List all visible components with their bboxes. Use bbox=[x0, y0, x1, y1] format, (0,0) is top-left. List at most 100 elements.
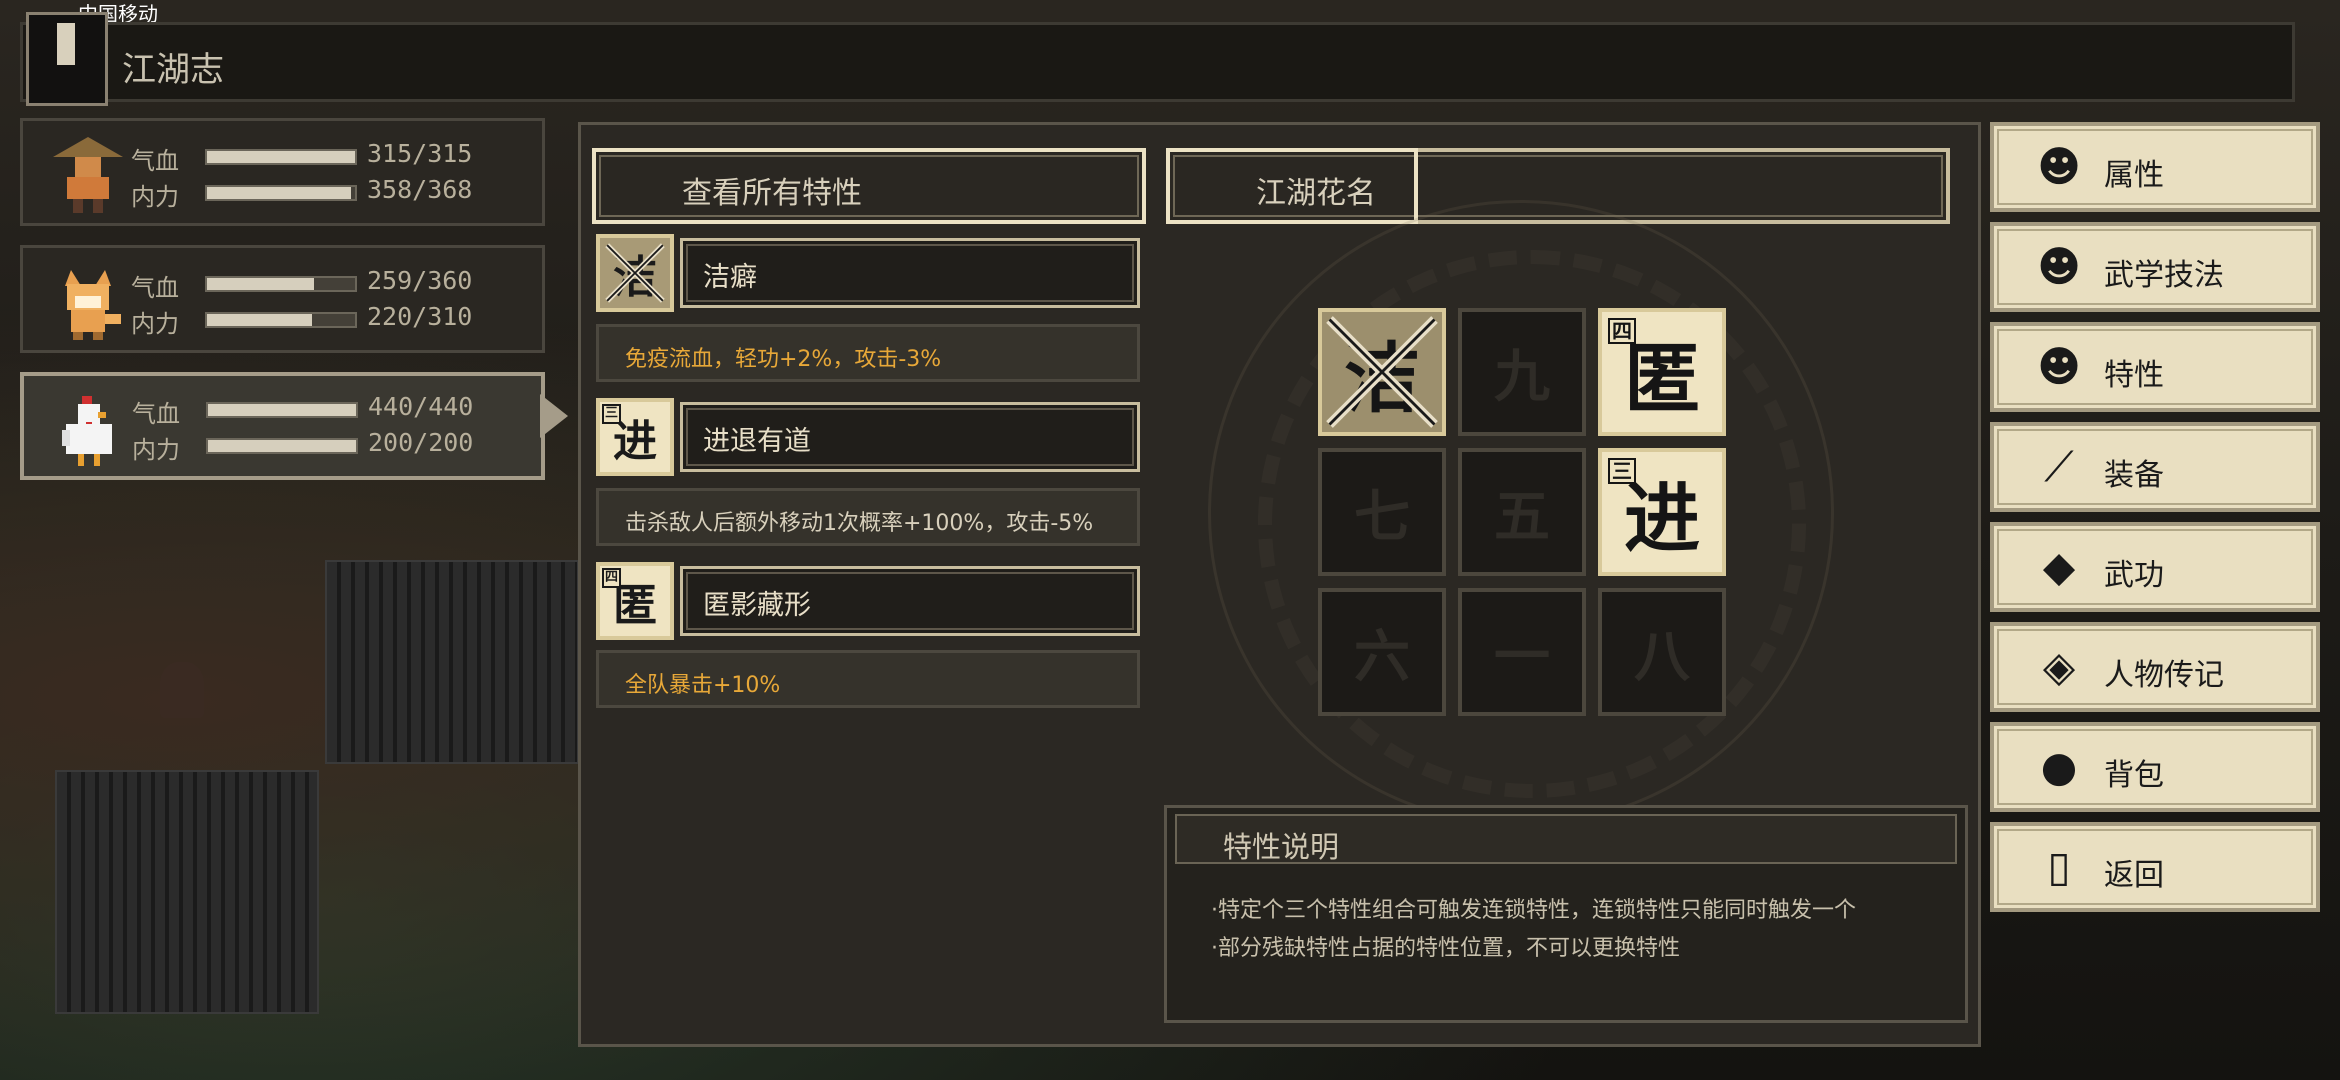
menu-attributes-button[interactable]: ☻ 属性 bbox=[1990, 122, 2320, 212]
mp-bar-fill bbox=[207, 187, 351, 199]
mp-value: 220/310 bbox=[367, 302, 473, 331]
trait-slot-tag: 三 bbox=[1608, 458, 1636, 484]
description-title: 特性说明 bbox=[1223, 830, 1340, 864]
trait-slot-char: 五 bbox=[1494, 483, 1550, 550]
trait-slot-char: 九 bbox=[1494, 343, 1550, 410]
sword-icon: ⟋ bbox=[2044, 442, 2074, 491]
mp-label: 内力 bbox=[132, 436, 180, 464]
hp-bar-fill bbox=[208, 404, 356, 416]
trait-slot-grid: 洁 九 四 匿 七 五 三 进 六 一 八 bbox=[1310, 300, 1730, 720]
nickname-label: 江湖花名 bbox=[1256, 176, 1376, 211]
hp-bar bbox=[205, 149, 357, 165]
trait-slot[interactable]: 八 bbox=[1598, 588, 1726, 716]
description-line: ·特定个三个特性组合可触发连锁特性，连锁特性只能同时触发一个 bbox=[1211, 898, 1856, 923]
trait-slot[interactable]: 五 bbox=[1458, 448, 1586, 576]
book-icon: ◆ bbox=[2042, 542, 2076, 591]
background-roof bbox=[55, 770, 319, 1014]
trait-slot[interactable]: 四 匿 bbox=[1598, 308, 1726, 436]
hp-value: 315/315 bbox=[367, 139, 473, 168]
menu-label: 武功 bbox=[2104, 558, 2164, 593]
trait-name-box[interactable]: 进退有道 bbox=[680, 402, 1140, 472]
trait-slot-char: 八 bbox=[1634, 623, 1690, 690]
trait-item-icon: 洁 bbox=[596, 234, 674, 312]
trait-slot[interactable]: 洁 bbox=[1318, 308, 1446, 436]
trait-slot-tag: 四 bbox=[1608, 318, 1636, 344]
menu-label: 装备 bbox=[2104, 458, 2164, 493]
door-icon: ▯ bbox=[2047, 842, 2071, 891]
trait-icon-tag: 四 bbox=[602, 568, 622, 588]
menu-label: 返回 bbox=[2104, 858, 2164, 893]
trait-description-panel: 特性说明 ·特定个三个特性组合可触发连锁特性，连锁特性只能同时触发一个 ·部分残… bbox=[1164, 805, 1968, 1023]
trait-slot-char: 六 bbox=[1354, 623, 1410, 690]
mp-label: 内力 bbox=[131, 183, 179, 211]
trait-desc: 全队暴击+10% bbox=[625, 673, 781, 698]
description-header: 特性说明 bbox=[1175, 814, 1957, 864]
party-member-2[interactable]: 气血 259/360 内力 220/310 bbox=[20, 245, 545, 353]
background-roof bbox=[325, 560, 579, 764]
menu-bag-button[interactable]: ● 背包 bbox=[1990, 722, 2320, 812]
trait-slot[interactable]: 六 bbox=[1318, 588, 1446, 716]
skill-icon: ☻ bbox=[2037, 242, 2081, 291]
selected-arrow-icon bbox=[540, 394, 568, 438]
npc-sprite bbox=[160, 662, 204, 718]
trait-desc: 免疫流血，轻功+2%，攻击-3% bbox=[625, 347, 942, 372]
person-icon: ☻ bbox=[2037, 142, 2081, 191]
menu-equipment-button[interactable]: ⟋ 装备 bbox=[1990, 422, 2320, 512]
view-all-traits-button[interactable]: 查看所有特性 bbox=[592, 148, 1146, 224]
mp-bar bbox=[205, 185, 357, 201]
menu-martial-skills-button[interactable]: ☻ 武学技法 bbox=[1990, 222, 2320, 312]
mp-bar-fill bbox=[208, 440, 356, 452]
scroll-icon: ◈ bbox=[2042, 642, 2076, 691]
party-member-1[interactable]: 气血 315/315 内力 358/368 bbox=[20, 118, 545, 226]
menu-label: 人物传记 bbox=[2104, 658, 2224, 693]
hp-bar-fill bbox=[207, 278, 314, 290]
hp-bar-fill bbox=[207, 151, 355, 163]
trait-desc-box: 击杀敌人后额外移动1次概率+100%，攻击-5% bbox=[596, 488, 1140, 546]
hp-value: 440/440 bbox=[368, 392, 474, 421]
trait-slot-char: 一 bbox=[1494, 623, 1550, 690]
mp-bar bbox=[206, 438, 358, 454]
trait-slot-char: 七 bbox=[1354, 483, 1410, 550]
status-bar: 中国移动 bbox=[0, 0, 2340, 26]
trait-item[interactable]: 四 匿 匿影藏形 bbox=[596, 562, 1140, 640]
hp-value: 259/360 bbox=[367, 266, 473, 295]
trait-slot[interactable]: 一 bbox=[1458, 588, 1586, 716]
hp-label: 气血 bbox=[132, 400, 180, 428]
menu-traits-button[interactable]: ☻ 特性 bbox=[1990, 322, 2320, 412]
hp-label: 气血 bbox=[131, 274, 179, 302]
trait-slot[interactable]: 九 bbox=[1458, 308, 1586, 436]
title-bar bbox=[20, 22, 2295, 102]
description-line: ·部分残缺特性占据的特性位置，不可以更换特性 bbox=[1211, 936, 1680, 961]
hp-bar bbox=[206, 402, 358, 418]
menu-label: 武学技法 bbox=[2104, 258, 2224, 293]
trait-name: 洁癖 bbox=[703, 262, 757, 293]
trait-item[interactable]: 三 进 进退有道 bbox=[596, 398, 1140, 476]
mp-bar-fill bbox=[207, 314, 313, 326]
page-title: 江湖志 bbox=[122, 50, 224, 90]
menu-label: 特性 bbox=[2104, 358, 2164, 393]
trait-icon-tag: 三 bbox=[602, 404, 622, 424]
chicken-avatar bbox=[52, 390, 126, 470]
trait-desc-box: 全队暴击+10% bbox=[596, 650, 1140, 708]
mp-label: 内力 bbox=[131, 310, 179, 338]
trait-name-box[interactable]: 匿影藏形 bbox=[680, 566, 1140, 636]
trait-desc: 击杀敌人后额外移动1次概率+100%，攻击-5% bbox=[625, 511, 1094, 536]
menu-back-button[interactable]: ▯ 返回 bbox=[1990, 822, 2320, 912]
trait-icon: ☻ bbox=[2037, 342, 2081, 391]
trait-item[interactable]: 洁 洁癖 bbox=[596, 234, 1140, 312]
trait-slot[interactable]: 七 bbox=[1318, 448, 1446, 576]
view-all-traits-label: 查看所有特性 bbox=[682, 176, 862, 211]
menu-label: 属性 bbox=[2104, 158, 2164, 193]
book-icon bbox=[26, 12, 108, 106]
trait-slot[interactable]: 三 进 bbox=[1598, 448, 1726, 576]
mp-value: 200/200 bbox=[368, 428, 474, 457]
trait-name-box[interactable]: 洁癖 bbox=[680, 238, 1140, 308]
menu-biography-button[interactable]: ◈ 人物传记 bbox=[1990, 622, 2320, 712]
mp-bar bbox=[205, 312, 357, 328]
party-member-3[interactable]: 气血 440/440 内力 200/200 bbox=[20, 372, 545, 480]
straw-hat-hero-avatar bbox=[51, 135, 125, 215]
menu-label: 背包 bbox=[2104, 758, 2164, 793]
trait-item-icon: 三 进 bbox=[596, 398, 674, 476]
trait-name: 进退有道 bbox=[703, 426, 811, 457]
menu-kungfu-button[interactable]: ◆ 武功 bbox=[1990, 522, 2320, 612]
